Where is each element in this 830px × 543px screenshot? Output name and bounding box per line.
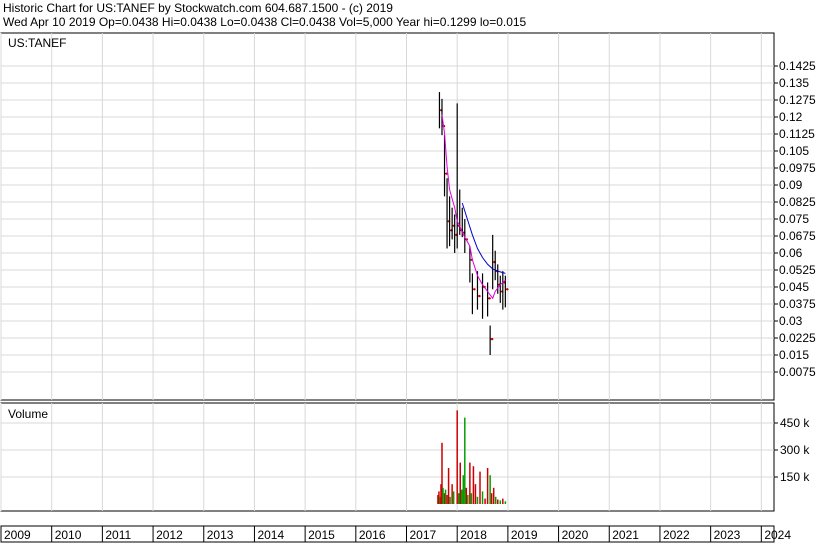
price-tick-label: 0.0225 <box>779 331 816 345</box>
price-close-dot <box>473 288 476 291</box>
price-panel-title: US:TANEF <box>8 36 66 50</box>
chart-header-quote: Wed Apr 10 2019 Op=0.0438 Hi=0.0438 Lo=0… <box>3 15 527 29</box>
year-tick-label: 2018 <box>460 528 487 542</box>
price-tick-label: 0.0075 <box>779 365 816 379</box>
price-panel <box>0 32 775 401</box>
price-tick-label: 0.135 <box>779 76 809 90</box>
volume-panel-title: Volume <box>8 407 48 421</box>
price-tick-label: 0.0975 <box>779 161 816 175</box>
volume-tick-label: 300 k <box>780 443 810 457</box>
year-tick-label: 2009 <box>4 528 31 542</box>
price-tick-label: 0.1425 <box>779 59 816 73</box>
price-close-dot <box>490 337 494 341</box>
year-tick-label: 2020 <box>562 528 589 542</box>
year-tick-label: 2023 <box>714 528 741 542</box>
year-tick-label: 2021 <box>612 528 639 542</box>
year-tick-label: 2013 <box>207 528 234 542</box>
price-tick-label: 0.0375 <box>779 297 816 311</box>
price-tick-label: 0.12 <box>779 110 803 124</box>
price-tick-label: 0.105 <box>779 144 809 158</box>
year-tick-label: 2014 <box>257 528 284 542</box>
year-tick-label: 2024 <box>764 528 791 542</box>
price-close-dot <box>506 288 509 291</box>
price-tick-label: 0.1125 <box>779 127 815 141</box>
price-tick-label: 0.015 <box>779 348 809 362</box>
price-tick-label: 0.03 <box>779 314 803 328</box>
year-tick-label: 2017 <box>410 528 437 542</box>
stock-chart: 0.1425 0.135 0.1275 0.12 0.1125 0.105 0.0975 0.… <box>0 32 816 543</box>
year-tick-label: 2012 <box>156 528 183 542</box>
volume-panel <box>0 402 775 512</box>
year-tick-label: 2019 <box>511 528 538 542</box>
price-close-dot <box>488 297 491 300</box>
price-tick-label: 0.06 <box>779 246 803 260</box>
price-tick-label: 0.1275 <box>779 93 816 107</box>
price-tick-label: 0.0675 <box>779 229 816 243</box>
price-tick-label: 0.0525 <box>779 263 816 277</box>
price-tick-label: 0.045 <box>779 280 809 294</box>
price-tick-label: 0.09 <box>779 178 803 192</box>
year-tick-label: 2015 <box>308 528 335 542</box>
year-tick-label: 2022 <box>663 528 690 542</box>
price-tick-label: 0.075 <box>779 212 809 226</box>
volume-tick-label: 450 k <box>780 416 810 430</box>
chart-header-title: Historic Chart for US:TANEF by Stockwatc… <box>3 1 393 15</box>
year-tick-label: 2016 <box>359 528 386 542</box>
year-tick-label: 2010 <box>55 528 82 542</box>
price-tick-label: 0.0825 <box>779 195 816 209</box>
price-close-dot <box>478 294 481 298</box>
volume-tick-label: 150 k <box>780 470 810 484</box>
year-tick-label: 2011 <box>105 528 131 542</box>
